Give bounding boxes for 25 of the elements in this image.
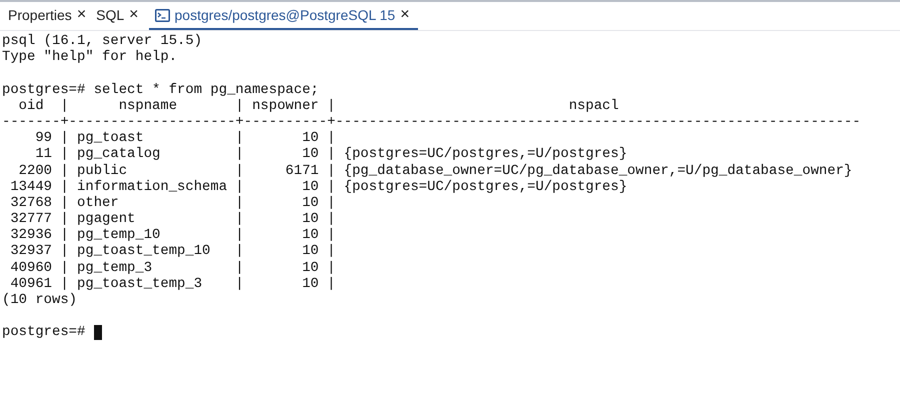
terminal-line: psql (16.1, server 15.5) — [2, 33, 202, 50]
close-icon[interactable]: × — [76, 7, 86, 23]
terminal-line: 32936 | pg_temp_10 | 10 | — [9, 227, 336, 244]
tab[interactable]: SQL × — [94, 2, 147, 30]
terminal-line: 11 | pg_catalog | 10 | {postgres=UC/postgres,=U/postgres} — [34, 146, 628, 162]
terminal-line: 32937 | pg_toast_temp_10 | 10 | — [9, 243, 336, 260]
terminal-line: 32777 | pgagent | 10 | — [9, 211, 336, 228]
terminal-line: 99 | pg_toast | 10 | — [34, 130, 336, 146]
prompt: postgres=# — [2, 324, 86, 341]
terminal-line: (10 rows) — [2, 292, 78, 308]
terminal-line: postgres=# select * from pg_namespace; — [2, 82, 319, 98]
terminal-line: oid | nspname | nspowner | nspacl — [18, 98, 619, 114]
terminal-line: 13449 | information_schema | 10 | {postgres=UC/postgres,=U/postgres} — [9, 178, 628, 195]
close-icon[interactable]: × — [400, 7, 410, 23]
terminal-icon — [154, 8, 170, 22]
terminal-line: 40960 | pg_temp_3 | 10 | — [9, 260, 336, 276]
terminal-line: 32768 | other | 10 | — [9, 194, 336, 212]
terminal-line: 40961 | pg_toast_temp_3 | 10 | — [9, 276, 336, 292]
terminal-line: Type "help" for help. — [2, 49, 178, 66]
close-icon[interactable]: × — [129, 7, 139, 23]
terminal-line: -------+--------------------+----------+--------------------------------------------------------------- — [2, 114, 861, 130]
terminal-line: 2200 | public | 6171 | {pg_database_owner=UC/pg_database_owner,=U/pg_database_owner} — [18, 162, 852, 179]
tab[interactable]: Properties × — [6, 2, 94, 30]
tab[interactable]: postgres/postgres@PostgreSQL 15 × — [148, 2, 418, 30]
cursor — [94, 324, 102, 340]
